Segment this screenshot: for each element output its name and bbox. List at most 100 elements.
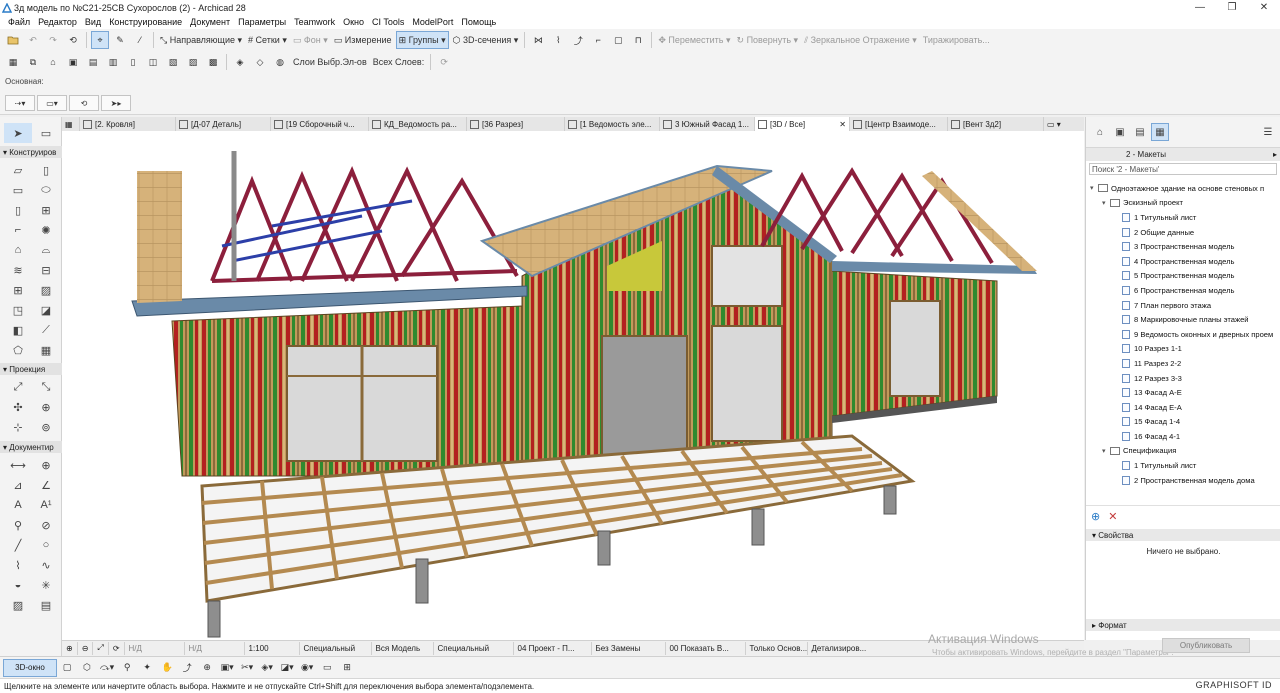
add-item-icon[interactable]: ⊕	[1091, 510, 1100, 523]
rotate-button[interactable]: ↻ Повернуть ▾	[735, 31, 801, 49]
tab-close-icon[interactable]: ✕	[839, 120, 846, 129]
change-tool-icon[interactable]: ⊚	[32, 417, 60, 437]
menu-modelport[interactable]: ModelPort	[408, 17, 457, 27]
arrow-tool-icon[interactable]: ➤	[4, 123, 32, 143]
walk-icon[interactable]: ⚲	[118, 659, 136, 677]
layout-item[interactable]: 6 Пространственная модель	[1086, 283, 1280, 298]
3d-model-render[interactable]	[62, 131, 1084, 640]
publisher-set-selector[interactable]: 2 - Макеты ▸	[1086, 147, 1280, 161]
tree-folder[interactable]: ▾ Спецификация	[1086, 444, 1280, 459]
layout-item[interactable]: 2 Пространственная модель дома	[1086, 473, 1280, 488]
worksheet-tool-icon[interactable]: ⊕	[32, 397, 60, 417]
equipment-tool-icon[interactable]: ▦	[32, 340, 60, 360]
fill-tool-icon[interactable]: ◒	[4, 575, 32, 595]
tab-assembly[interactable]: [19 Сборочный ч...	[271, 117, 369, 131]
tab-south-facade[interactable]: 3 Южный Фасад 1...	[660, 117, 755, 131]
zoom-out-icon[interactable]: ⊖	[78, 641, 94, 655]
menu-window[interactable]: Окно	[339, 17, 368, 27]
open-icon[interactable]	[4, 31, 22, 49]
layout-item[interactable]: 9 Ведомость оконных и дверных проем	[1086, 327, 1280, 342]
layers-selected-label[interactable]: Слои Выбр.Эл-ов	[291, 53, 369, 71]
tab-interaction-center[interactable]: [Центр Взаимоде...	[850, 117, 948, 131]
export-icon[interactable]: ⊞	[338, 659, 356, 677]
door-icon[interactable]: ▯	[124, 53, 142, 71]
tree-folder[interactable]: ▾ Одноэтажное здание на основе стеновых п	[1086, 181, 1280, 196]
label-tool-icon[interactable]: A¹	[32, 495, 60, 515]
style-icon[interactable]: ◈▾	[258, 659, 276, 677]
split-icon[interactable]: ⌇	[549, 31, 567, 49]
layer-settings-icon[interactable]: ◈	[231, 53, 249, 71]
floor-plan-icon[interactable]: ▦	[4, 53, 22, 71]
wall-tool-icon[interactable]: ▱	[4, 160, 32, 180]
groups-button[interactable]: ⊞ Группы ▾	[395, 31, 449, 49]
redo-icon[interactable]: ↷	[44, 31, 62, 49]
measure-button[interactable]: ▭ Измерение	[332, 31, 394, 49]
tab-detail[interactable]: [Д-07 Деталь]	[176, 117, 271, 131]
orbit-icon[interactable]: ⟳	[109, 641, 125, 655]
pen-icon[interactable]: ✎	[111, 31, 129, 49]
layout-item[interactable]: 2 Общие данные	[1086, 225, 1280, 240]
lock-icon[interactable]: ⊓	[629, 31, 647, 49]
section-projection-header[interactable]: ▾ Проекция	[0, 363, 62, 375]
filter-icon[interactable]: ⊕	[198, 659, 216, 677]
figure-tool-icon[interactable]: ▨	[4, 595, 32, 615]
mirror-button[interactable]: ⫽ Зеркальное Отражение ▾	[802, 31, 919, 49]
panel-tool-icon[interactable]: ⬠	[4, 340, 32, 360]
section-icon[interactable]: ⧉	[24, 53, 42, 71]
layer-combination-selector[interactable]: Специальный	[300, 641, 372, 655]
layout-item[interactable]: 3 Пространственная модель	[1086, 239, 1280, 254]
fly-icon[interactable]: ⤴	[178, 659, 196, 677]
overrides-selector[interactable]: Без Замены	[592, 641, 666, 655]
section-tool-icon[interactable]: ⤢	[4, 377, 32, 397]
truss-tool-icon[interactable]: ⟋	[32, 320, 60, 340]
perspective-icon[interactable]: ▢	[58, 659, 76, 677]
pointer-button[interactable]: ➤▸	[101, 95, 131, 111]
interior-icon[interactable]: ▣	[64, 53, 82, 71]
tab-list-icon[interactable]: ▦	[62, 117, 80, 131]
list-icon[interactable]: ▧	[164, 53, 182, 71]
tab-elements-list[interactable]: [1 Ведомость эле...	[565, 117, 660, 131]
snap-icon[interactable]: ⌖	[91, 31, 109, 49]
section-document-header[interactable]: ▾ Документир	[0, 441, 62, 453]
radial-dim-tool-icon[interactable]: ⊿	[4, 475, 32, 495]
graphisoft-id-link[interactable]: GRAPHISOFT ID	[1196, 680, 1272, 690]
close-button[interactable]: ✕	[1248, 0, 1280, 15]
tab-3d-all[interactable]: [3D / Все] ✕	[755, 117, 850, 131]
layer-lock-icon[interactable]: ◍	[271, 53, 289, 71]
fillet-icon[interactable]: ⌐	[589, 31, 607, 49]
guides-button[interactable]: ⤡ Направляющие ▾	[158, 31, 244, 49]
chevron-down-icon[interactable]: ▾	[1090, 184, 1098, 192]
fit-icon[interactable]: ⤢	[93, 641, 109, 655]
rotate-marquee-button[interactable]: ⟲	[69, 95, 99, 111]
menu-ci-tools[interactable]: CI Tools	[368, 17, 408, 27]
roof-tool-icon[interactable]: ⌂	[4, 240, 32, 260]
object-tool-icon[interactable]: ◪	[32, 300, 60, 320]
section-plane-icon[interactable]: ▣▾	[218, 659, 236, 677]
structure-display-selector[interactable]: Только Основ...	[746, 641, 808, 655]
morph-tool-icon[interactable]: ◳	[4, 300, 32, 320]
grids-button[interactable]: # Сетки ▾	[246, 31, 289, 49]
dimension-tool-icon[interactable]: ⟷	[4, 455, 32, 475]
mesh-tool-icon[interactable]: ⊞	[4, 280, 32, 300]
level-dim-tool-icon[interactable]: ⊕	[32, 455, 60, 475]
zone-icon[interactable]: ◫	[144, 53, 162, 71]
redraw-icon[interactable]: ⟳	[435, 53, 453, 71]
navigator-search-input[interactable]: Поиск '2 - Макеты'	[1089, 163, 1277, 175]
layout-item[interactable]: 14 Фасад Е-А	[1086, 400, 1280, 415]
tab-overflow[interactable]: ▭ ▾	[1044, 117, 1084, 131]
view-map-icon[interactable]: ▣	[1111, 123, 1129, 141]
zoom-in-icon[interactable]: ⊕	[62, 641, 78, 655]
schedule-icon[interactable]: ▩	[204, 53, 222, 71]
mvo-selector[interactable]: 04 Проект - П...	[514, 641, 592, 655]
curtain-wall-tool-icon[interactable]: ⊟	[32, 260, 60, 280]
offset-icon[interactable]: ▢	[609, 31, 627, 49]
tab-vent-3d[interactable]: [Вент 3д2]	[948, 117, 1044, 131]
cut-icon[interactable]: ✂▾	[238, 659, 256, 677]
renovation-selector[interactable]: 00 Показать В...	[666, 641, 746, 655]
layout-item[interactable]: 10 Разрез 1-1	[1086, 342, 1280, 357]
model-view-selector[interactable]: Вся Модель	[372, 641, 434, 655]
shell-tool-icon[interactable]: ⌓	[32, 240, 60, 260]
camera-icon[interactable]: ◉▾	[298, 659, 316, 677]
spline-tool-icon[interactable]: ∿	[32, 555, 60, 575]
background-button[interactable]: ▭ Фон ▾	[291, 31, 330, 49]
